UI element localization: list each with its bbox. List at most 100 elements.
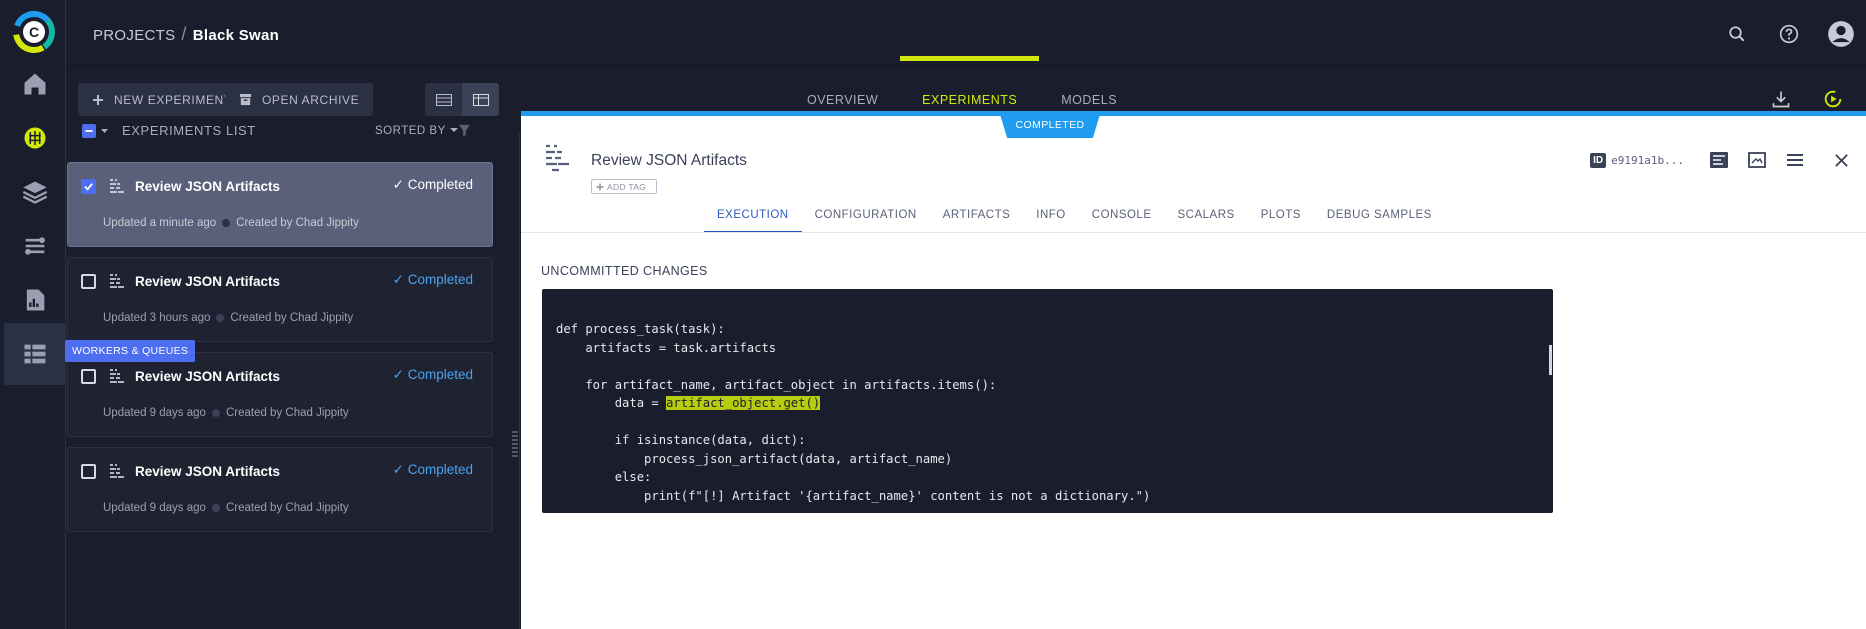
tab-debug-samples[interactable]: DEBUG SAMPLES <box>1314 198 1445 232</box>
code-line: artifacts = task.artifacts <box>556 340 777 355</box>
menu-button[interactable] <box>1776 146 1814 174</box>
image-icon <box>1748 152 1766 168</box>
table-view-button[interactable] <box>425 83 462 116</box>
nav-reports[interactable] <box>4 269 66 331</box>
help-button[interactable] <box>1770 17 1808 51</box>
updated-text: Updated 3 hours ago <box>103 312 211 324</box>
new-experiment-label: NEW EXPERIMENT <box>114 92 232 107</box>
section-title: UNCOMMITTED CHANGES <box>541 264 708 278</box>
close-button[interactable] <box>1822 146 1860 174</box>
experiment-checkbox[interactable] <box>81 369 96 384</box>
details-view-button[interactable] <box>462 83 499 116</box>
list-title: EXPERIMENTS LIST <box>122 123 256 138</box>
app-logo[interactable]: C <box>12 10 56 54</box>
experiment-name: Review JSON Artifacts <box>135 179 281 194</box>
new-experiment-button[interactable]: NEW EXPERIMENT <box>78 83 246 116</box>
archive-icon <box>239 93 252 106</box>
experiments-list-panel: EXPERIMENTS LIST SORTED BY Review JSON A… <box>67 123 510 629</box>
user-menu-button[interactable] <box>1822 17 1860 51</box>
search-button[interactable] <box>1718 17 1756 51</box>
experiment-card[interactable]: Review JSON Artifacts ✓ Completed Update… <box>67 352 493 437</box>
download-icon <box>1772 91 1790 108</box>
help-icon <box>1779 24 1799 44</box>
filter-icon <box>458 124 471 137</box>
code-viewer[interactable]: def process_task(task): artifacts = task… <box>542 289 1553 513</box>
experiment-card[interactable]: Review JSON Artifacts ✓ Completed Update… <box>67 447 493 532</box>
experiment-name: Review JSON Artifacts <box>135 369 281 384</box>
details-icon <box>1710 152 1728 168</box>
code-scrollbar[interactable] <box>1549 345 1552 375</box>
download-button[interactable] <box>1762 85 1800 113</box>
experiment-checkbox[interactable] <box>81 464 96 479</box>
task-type-icon <box>110 369 124 383</box>
experiment-checkbox[interactable] <box>81 274 96 289</box>
nav-home[interactable] <box>4 53 66 115</box>
nav-pipelines[interactable] <box>4 215 66 277</box>
status-text: Completed <box>407 177 473 192</box>
nav-workers[interactable] <box>4 323 66 385</box>
tab-plots[interactable]: PLOTS <box>1248 198 1314 232</box>
status-text: Completed <box>407 462 473 477</box>
home-icon <box>24 73 46 95</box>
experiment-id[interactable]: ID e9191a1b... <box>1590 152 1684 168</box>
meta-dot <box>211 409 220 417</box>
open-archive-button[interactable]: OPEN ARCHIVE <box>225 83 374 116</box>
detail-status-badge: COMPLETED <box>999 111 1101 138</box>
svg-text:C: C <box>29 24 39 40</box>
tabs-divider <box>521 232 1866 233</box>
breadcrumb: PROJECTS / Black Swan <box>93 24 279 45</box>
tab-scalars[interactable]: SCALARS <box>1165 198 1248 232</box>
auto-refresh-button[interactable] <box>1814 85 1852 113</box>
select-all-icon <box>82 124 108 138</box>
created-text: Created by Chad Jippity <box>225 407 349 419</box>
task-type-icon <box>110 274 124 288</box>
created-text: Created by Chad Jippity <box>225 502 349 514</box>
status-text: Completed <box>407 272 473 287</box>
full-screen-button[interactable] <box>1738 146 1776 174</box>
id-value: e9191a1b... <box>1611 153 1684 167</box>
updated-text: Updated 9 days ago <box>103 502 206 514</box>
experiment-checkbox[interactable] <box>81 179 96 194</box>
breadcrumb-separator: / <box>181 24 187 44</box>
experiment-card[interactable]: Review JSON Artifacts ✓ Completed Update… <box>67 257 493 342</box>
nav-projects[interactable] <box>4 107 66 169</box>
report-icon <box>26 289 45 311</box>
breadcrumb-projects[interactable]: PROJECTS <box>93 27 175 44</box>
top-icons <box>1718 17 1860 51</box>
breadcrumb-current[interactable]: Black Swan <box>193 27 279 44</box>
code-line: print(f"[!] Artifact '{artifact_name}' c… <box>556 488 1151 503</box>
info-panel-button[interactable] <box>1700 146 1738 174</box>
nav-datasets[interactable] <box>4 161 66 223</box>
panel-resize-handle[interactable] <box>510 133 520 629</box>
status-badge: ✓ Completed <box>392 272 473 287</box>
tab-console[interactable]: CONSOLE <box>1079 198 1165 232</box>
sorted-by-button[interactable]: SORTED BY <box>375 125 459 137</box>
status-text: Completed <box>407 367 473 382</box>
workers-queues-tooltip: WORKERS & QUEUES <box>65 340 196 362</box>
detail-tabs: EXECUTION CONFIGURATION ARTIFACTS INFO C… <box>704 198 1445 233</box>
sorted-by-label: SORTED BY <box>375 125 446 137</box>
check-icon <box>84 183 93 191</box>
status-badge: ✓ Completed <box>392 462 473 477</box>
meta-dot <box>211 504 220 512</box>
details-view-icon <box>472 93 489 106</box>
experiment-card[interactable]: Review JSON Artifacts ✓ Completed Update… <box>67 162 493 247</box>
tab-info[interactable]: INFO <box>1023 198 1078 232</box>
search-highlight: artifact_object.get() <box>666 396 821 410</box>
created-text: Created by Chad Jippity <box>236 217 359 229</box>
workers-icon <box>24 344 46 364</box>
layers-icon <box>22 181 48 204</box>
filter-button[interactable] <box>458 124 471 142</box>
add-tag-button[interactable]: ADD TAG <box>591 179 658 194</box>
updated-text: Updated 9 days ago <box>103 407 206 419</box>
code-line: else: <box>556 470 652 484</box>
task-type-icon <box>546 144 569 172</box>
detail-title[interactable]: Review JSON Artifacts <box>591 152 747 170</box>
experiment-name: Review JSON Artifacts <box>135 464 281 479</box>
tab-execution[interactable]: EXECUTION <box>704 198 802 233</box>
select-all-checkbox[interactable] <box>82 124 112 143</box>
tab-configuration[interactable]: CONFIGURATION <box>802 198 930 232</box>
tab-artifacts[interactable]: ARTIFACTS <box>930 198 1024 232</box>
id-label: ID <box>1590 152 1607 168</box>
